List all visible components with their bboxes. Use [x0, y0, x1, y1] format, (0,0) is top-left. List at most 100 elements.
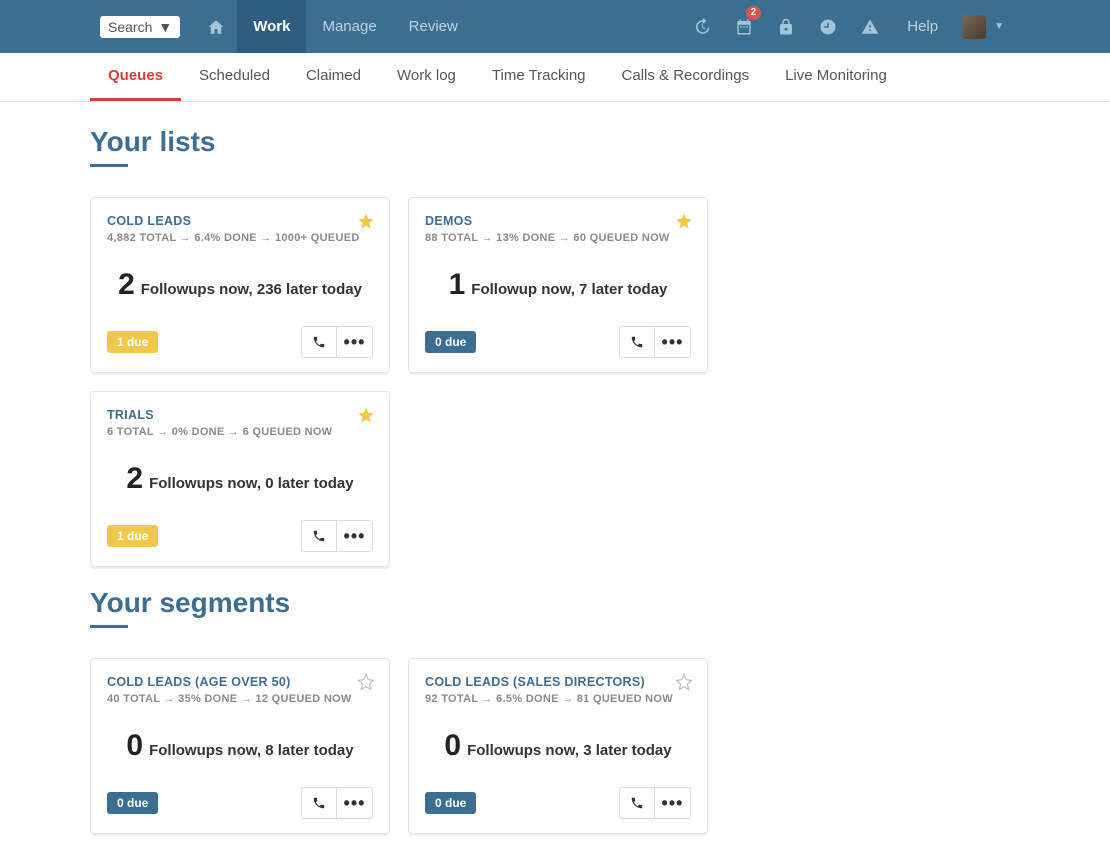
clock-button[interactable]	[807, 0, 849, 53]
nav-item-manage[interactable]: Manage	[306, 0, 392, 53]
phone-icon	[312, 335, 326, 349]
followup-text: Followups now, 0 later today	[149, 475, 353, 492]
call-button[interactable]	[619, 787, 655, 819]
due-badge[interactable]: 0 due	[107, 792, 158, 814]
more-icon: •••	[344, 800, 366, 806]
queue-card: COLD LEADS (AGE OVER 50) 40 TOTAL → 35% D…	[90, 658, 390, 834]
phone-icon	[312, 796, 326, 810]
card-stats: 40 TOTAL → 35% DONE → 12 QUEUED NOW	[107, 693, 373, 705]
main-content: Your lists COLD LEADS 4,882 TOTAL → 6.4% …	[0, 102, 1110, 864]
star-toggle[interactable]	[357, 673, 375, 696]
card-stats: 88 TOTAL → 13% DONE → 60 QUEUED NOW	[425, 232, 691, 244]
more-button[interactable]: •••	[337, 787, 373, 819]
card-followups: 2 Followups now, 236 later today	[107, 268, 373, 302]
home-button[interactable]	[195, 0, 237, 53]
top-nav: Search ▼ WorkManageReview 2 Help ▼	[0, 0, 1110, 53]
card-title: COLD LEADS	[107, 214, 373, 228]
search-label: Search	[108, 19, 152, 35]
subnav-item-time-tracking[interactable]: Time Tracking	[474, 53, 604, 101]
help-link[interactable]: Help	[891, 0, 954, 53]
phone-icon	[630, 335, 644, 349]
call-button[interactable]	[301, 326, 337, 358]
card-title: COLD LEADS (AGE OVER 50)	[107, 675, 373, 689]
subnav-item-calls-recordings[interactable]: Calls & Recordings	[604, 53, 768, 101]
more-icon: •••	[662, 800, 684, 806]
due-badge[interactable]: 1 due	[107, 525, 158, 547]
followup-text: Followups now, 8 later today	[149, 742, 353, 759]
nav-item-review[interactable]: Review	[393, 0, 474, 53]
card-actions: •••	[619, 787, 691, 819]
queue-card: COLD LEADS (SALES DIRECTORS) 92 TOTAL → 6…	[408, 658, 708, 834]
nav-item-work[interactable]: Work	[237, 0, 306, 53]
card-followups: 0Followups now, 3 later today	[425, 729, 691, 763]
followup-count: 0	[126, 729, 143, 762]
subnav-item-queues[interactable]: Queues	[90, 53, 181, 101]
section-title-segments: Your segments	[90, 587, 1020, 619]
more-button[interactable]: •••	[337, 520, 373, 552]
card-followups: 0 Followups now, 8 later today	[107, 729, 373, 763]
more-button[interactable]: •••	[337, 326, 373, 358]
more-button[interactable]: •••	[655, 787, 691, 819]
section-underline	[90, 625, 128, 628]
calendar-icon	[735, 18, 753, 36]
star-toggle[interactable]	[357, 212, 375, 235]
phone-icon	[630, 796, 644, 810]
segments-cards: COLD LEADS (AGE OVER 50) 40 TOTAL → 35% D…	[90, 658, 1020, 834]
search-dropdown[interactable]: Search ▼	[100, 16, 180, 38]
more-button[interactable]: •••	[655, 326, 691, 358]
due-badge[interactable]: 0 due	[425, 331, 476, 353]
sub-nav: QueuesScheduledClaimedWork logTime Track…	[0, 53, 1110, 102]
notification-badge: 2	[746, 6, 762, 20]
card-footer: 0 due •••	[107, 787, 373, 819]
call-button[interactable]	[301, 787, 337, 819]
due-badge[interactable]: 1 due	[107, 331, 158, 353]
card-title: TRIALS	[107, 408, 373, 422]
card-stats: 6 TOTAL → 0% DONE → 6 QUEUED NOW	[107, 426, 373, 438]
card-actions: •••	[301, 326, 373, 358]
more-icon: •••	[344, 533, 366, 539]
subnav-item-work-log[interactable]: Work log	[379, 53, 474, 101]
followup-text: Followups now, 236 later today	[141, 281, 362, 298]
due-badge[interactable]: 0 due	[425, 792, 476, 814]
call-button[interactable]	[619, 326, 655, 358]
history-button[interactable]	[681, 0, 723, 53]
star-toggle[interactable]	[675, 673, 693, 696]
card-footer: 1 due •••	[107, 520, 373, 552]
subnav-item-scheduled[interactable]: Scheduled	[181, 53, 288, 101]
followup-count: 2	[118, 268, 135, 301]
card-title: COLD LEADS (SALES DIRECTORS)	[425, 675, 691, 689]
star-filled-icon	[357, 406, 375, 424]
more-icon: •••	[662, 339, 684, 345]
card-footer: 0 due •••	[425, 326, 691, 358]
subnav-item-claimed[interactable]: Claimed	[288, 53, 379, 101]
home-icon	[207, 18, 225, 36]
avatar	[962, 15, 986, 39]
clock-icon	[819, 18, 837, 36]
more-icon: •••	[344, 339, 366, 345]
followup-text: Followup now, 7 later today	[471, 281, 667, 298]
star-toggle[interactable]	[357, 406, 375, 429]
star-empty-icon	[357, 673, 375, 691]
star-toggle[interactable]	[675, 212, 693, 235]
star-filled-icon	[675, 212, 693, 230]
chevron-down-icon: ▼	[994, 21, 1004, 32]
user-menu[interactable]: ▼	[954, 0, 1010, 53]
section-title-lists: Your lists	[90, 126, 1020, 158]
card-stats: 4,882 TOTAL → 6.4% DONE → 1000+ QUEUED	[107, 232, 373, 244]
card-stats: 92 TOTAL → 6.5% DONE → 81 QUEUED NOW	[425, 693, 691, 705]
subnav-item-live-monitoring[interactable]: Live Monitoring	[767, 53, 905, 101]
lock-button[interactable]	[765, 0, 807, 53]
history-icon	[693, 18, 711, 36]
card-followups: 2 Followups now, 0 later today	[107, 462, 373, 496]
section-underline	[90, 164, 128, 167]
card-actions: •••	[301, 787, 373, 819]
alert-button[interactable]	[849, 0, 891, 53]
warning-icon	[861, 18, 879, 36]
queue-card: DEMOS88 TOTAL → 13% DONE → 60 QUEUED NOW…	[408, 197, 708, 373]
followup-count: 2	[126, 462, 143, 495]
queue-card: TRIALS 6 TOTAL → 0% DONE → 6 QUEUED NOW 2F…	[90, 391, 390, 567]
call-button[interactable]	[301, 520, 337, 552]
card-footer: 0 due •••	[425, 787, 691, 819]
star-filled-icon	[357, 212, 375, 230]
calendar-button[interactable]: 2	[723, 0, 765, 53]
